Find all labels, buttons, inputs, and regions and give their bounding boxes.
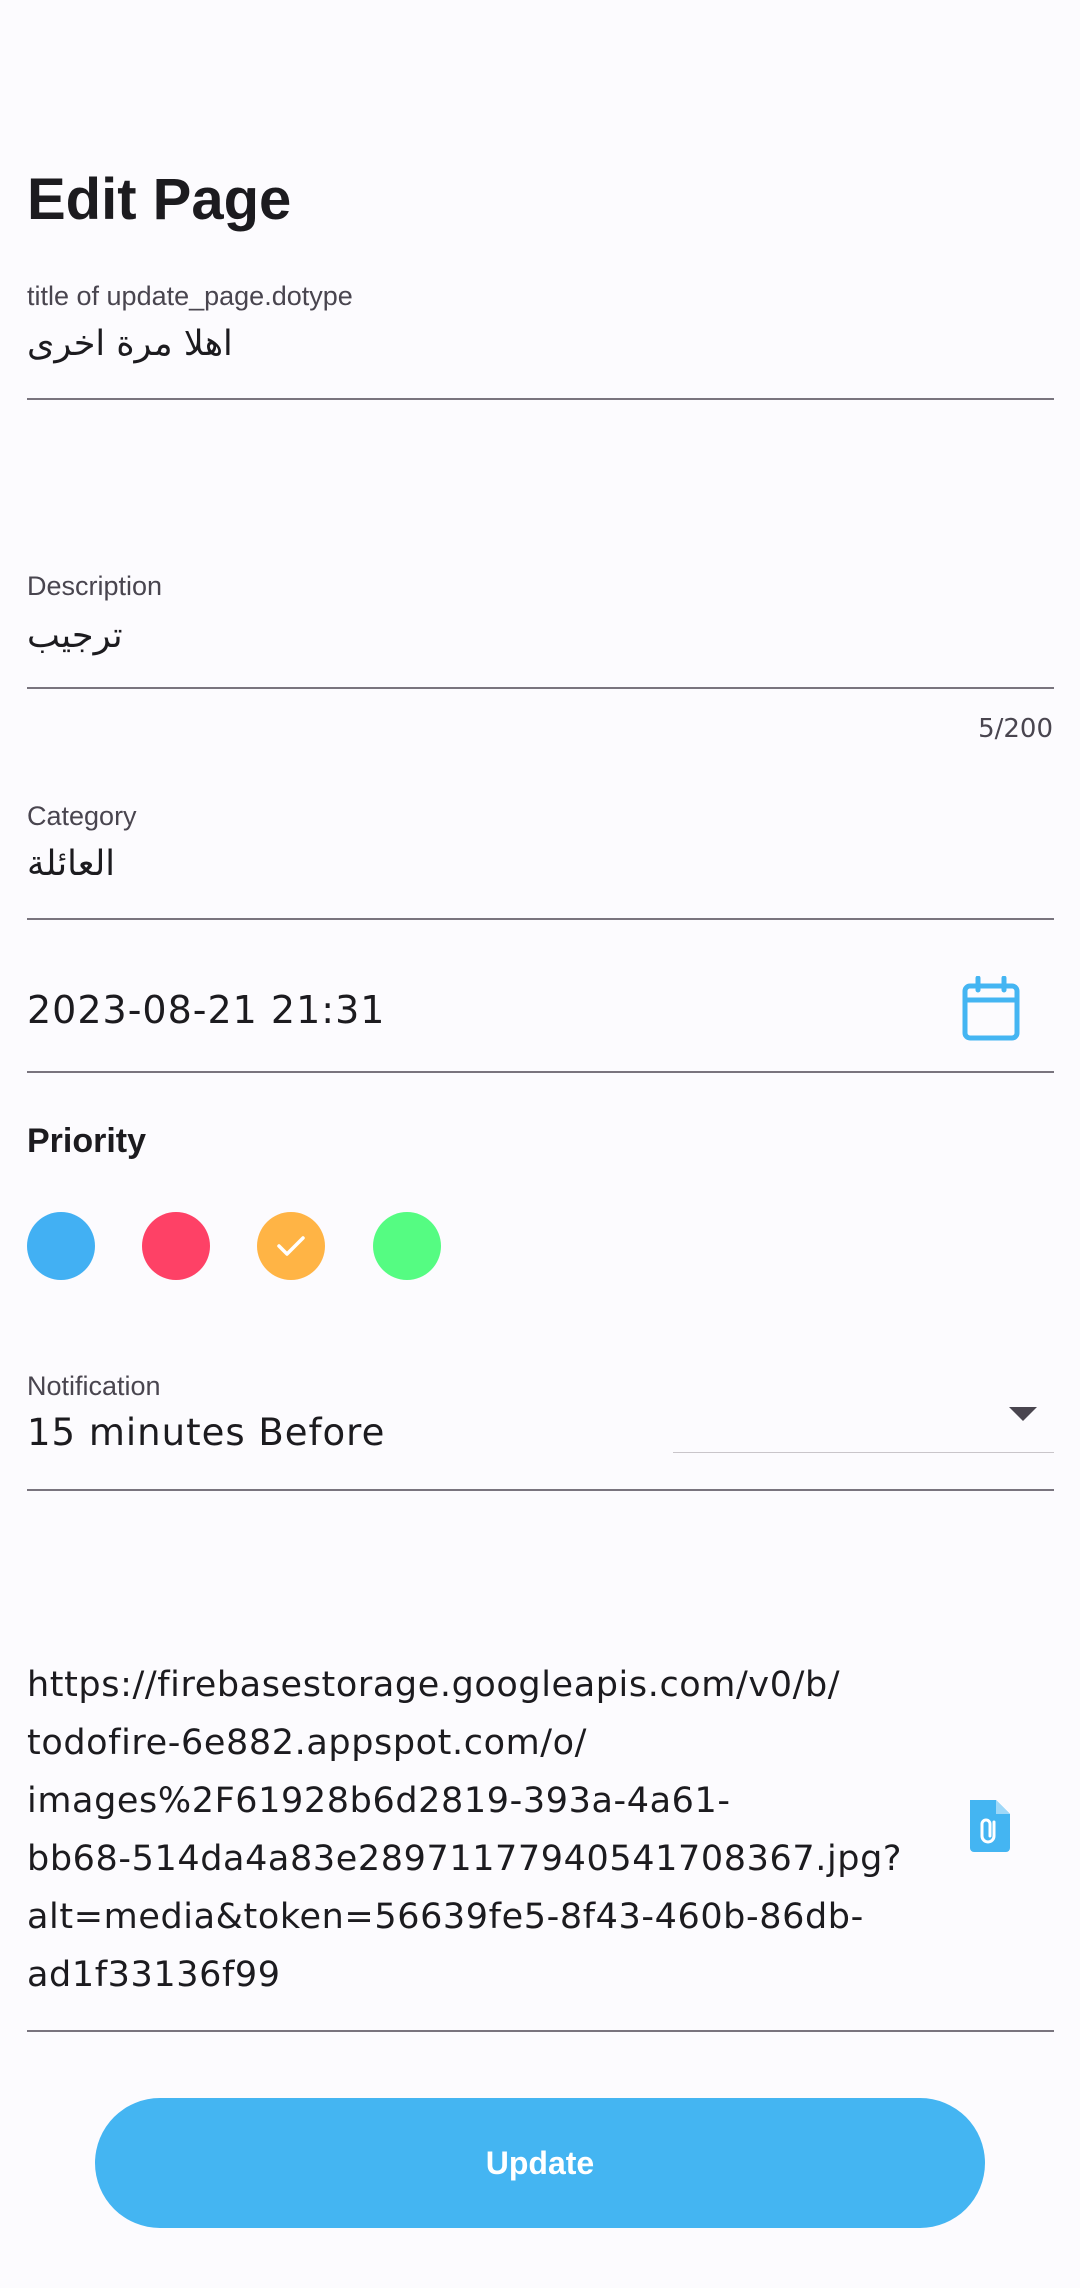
update-button[interactable]: Update — [95, 2098, 985, 2228]
attachment-url-line: todofire-6e882.appspot.com/o/ — [27, 1723, 588, 1763]
notification-label: Notification — [27, 1371, 161, 1401]
category-field-underline — [27, 918, 1054, 920]
dropdown-arrow-icon[interactable] — [1006, 1404, 1040, 1424]
date-field-underline — [27, 1071, 1054, 1073]
date-field-value[interactable]: 2023-08-21 21:31 — [27, 984, 385, 1036]
category-field-label: Category — [27, 801, 137, 831]
attachment-url-line: bb68-514da4a83e2897117794054170836​7.jpg… — [27, 1839, 903, 1879]
dropdown-divider — [673, 1452, 1054, 1453]
character-counter: 5/200 — [978, 714, 1053, 744]
check-icon — [277, 1236, 305, 1256]
calendar-icon[interactable] — [960, 975, 1022, 1042]
notification-underline — [27, 1489, 1054, 1491]
priority-option-red[interactable] — [142, 1212, 210, 1280]
attachment-underline — [27, 2030, 1054, 2032]
description-field-value[interactable]: ترجيب — [27, 612, 123, 660]
category-field-value[interactable]: العائلة — [27, 840, 115, 888]
category-field[interactable]: Category العائلة — [27, 798, 1054, 918]
attach-file-icon[interactable] — [964, 1796, 1016, 1856]
priority-option-green[interactable] — [373, 1212, 441, 1280]
description-field[interactable]: Description ترجيب — [27, 568, 1054, 688]
attachment-url[interactable]: https://firebasestorage.googleapis.com/v… — [27, 1656, 927, 2004]
attachment-url-line: images%2F61928b6d2819-393a-4a61- — [27, 1781, 731, 1821]
title-field-value[interactable]: اهلا مرة اخرى — [27, 320, 233, 368]
notification-value[interactable]: 15 minutes Before — [27, 1408, 385, 1458]
description-field-label: Description — [27, 571, 163, 601]
attachment-url-line: alt=media&token=56639fe5-8f43-460b-86db- — [27, 1897, 864, 1937]
page-title: Edit Page — [27, 167, 292, 232]
title-field[interactable]: title of update_page.dotype اهلا مرة اخر… — [27, 278, 1054, 400]
title-field-label: title of update_page.dotype — [27, 281, 353, 311]
priority-option-orange[interactable] — [257, 1212, 325, 1280]
description-field-underline — [27, 687, 1054, 689]
title-field-underline — [27, 398, 1054, 400]
priority-option-blue[interactable] — [27, 1212, 95, 1280]
priority-title: Priority — [27, 1122, 147, 1160]
attachment-url-line: ad1f33136f99 — [27, 1955, 281, 1995]
attachment-url-line: https://firebasestorage.googleapis.com/v… — [27, 1665, 841, 1705]
